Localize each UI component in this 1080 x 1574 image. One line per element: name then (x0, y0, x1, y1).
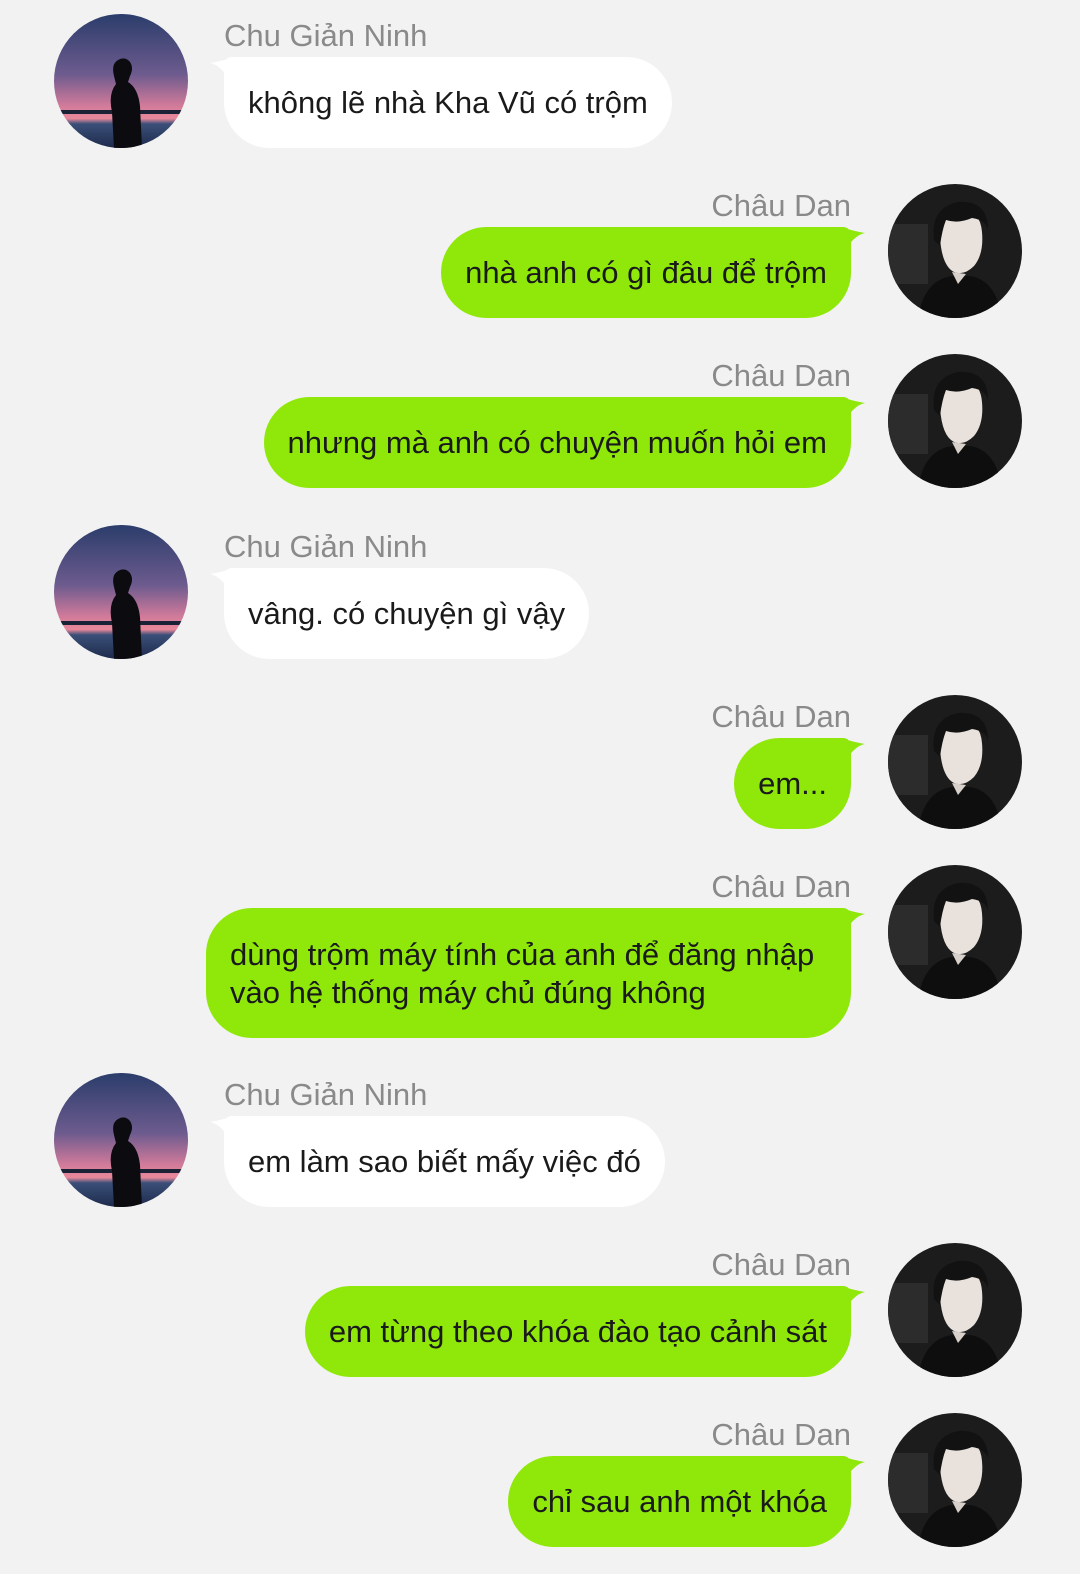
dark-portrait-avatar-icon (888, 695, 1022, 829)
contact-avatar-chau-dan[interactable] (888, 184, 1022, 318)
contact-avatar-chu-gian-ninh[interactable] (54, 1073, 188, 1207)
contact-avatar-chau-dan[interactable] (888, 1243, 1022, 1377)
dark-portrait-avatar-icon (888, 1243, 1022, 1377)
message-bubble[interactable]: vâng. có chuyện gì vậy (224, 568, 590, 659)
message-bubble[interactable]: dùng trộm máy tính của anh để đăng nhập … (206, 908, 851, 1038)
message-bubble[interactable]: em từng theo khóa đào tạo cảnh sát (304, 1286, 851, 1377)
sender-name: Châu Dan (711, 358, 851, 393)
sender-name: Châu Dan (711, 699, 851, 734)
sender-name: Chu Giản Ninh (224, 529, 428, 564)
chat-thread[interactable]: Chu Giản Ninh không lẽ nhà Kha Vũ có trộ… (0, 0, 1080, 1574)
contact-avatar-chau-dan[interactable] (888, 1413, 1022, 1547)
contact-avatar-chu-gian-ninh[interactable] (54, 14, 188, 148)
message-bubble[interactable]: không lẽ nhà Kha Vũ có trộm (224, 57, 672, 148)
sender-name: Châu Dan (711, 869, 851, 904)
sender-name: Chu Giản Ninh (224, 18, 428, 53)
message-bubble[interactable]: em làm sao biết mấy việc đó (224, 1116, 665, 1207)
sender-name: Châu Dan (711, 1417, 851, 1452)
silhouette-sunset-avatar-icon (54, 1073, 188, 1207)
dark-portrait-avatar-icon (888, 1413, 1022, 1547)
sender-name: Châu Dan (711, 188, 851, 223)
silhouette-sunset-avatar-icon (54, 14, 188, 148)
sender-name: Châu Dan (711, 1247, 851, 1282)
message-bubble[interactable]: nhà anh có gì đâu để trộm (441, 227, 851, 318)
message-bubble[interactable]: chỉ sau anh một khóa (508, 1456, 851, 1547)
message-bubble[interactable]: nhưng mà anh có chuyện muốn hỏi em (263, 397, 851, 488)
dark-portrait-avatar-icon (888, 865, 1022, 999)
message-bubble[interactable]: em... (734, 738, 851, 829)
contact-avatar-chu-gian-ninh[interactable] (54, 525, 188, 659)
contact-avatar-chau-dan[interactable] (888, 695, 1022, 829)
sender-name: Chu Giản Ninh (224, 1077, 428, 1112)
dark-portrait-avatar-icon (888, 184, 1022, 318)
silhouette-sunset-avatar-icon (54, 525, 188, 659)
dark-portrait-avatar-icon (888, 354, 1022, 488)
contact-avatar-chau-dan[interactable] (888, 354, 1022, 488)
contact-avatar-chau-dan[interactable] (888, 865, 1022, 999)
